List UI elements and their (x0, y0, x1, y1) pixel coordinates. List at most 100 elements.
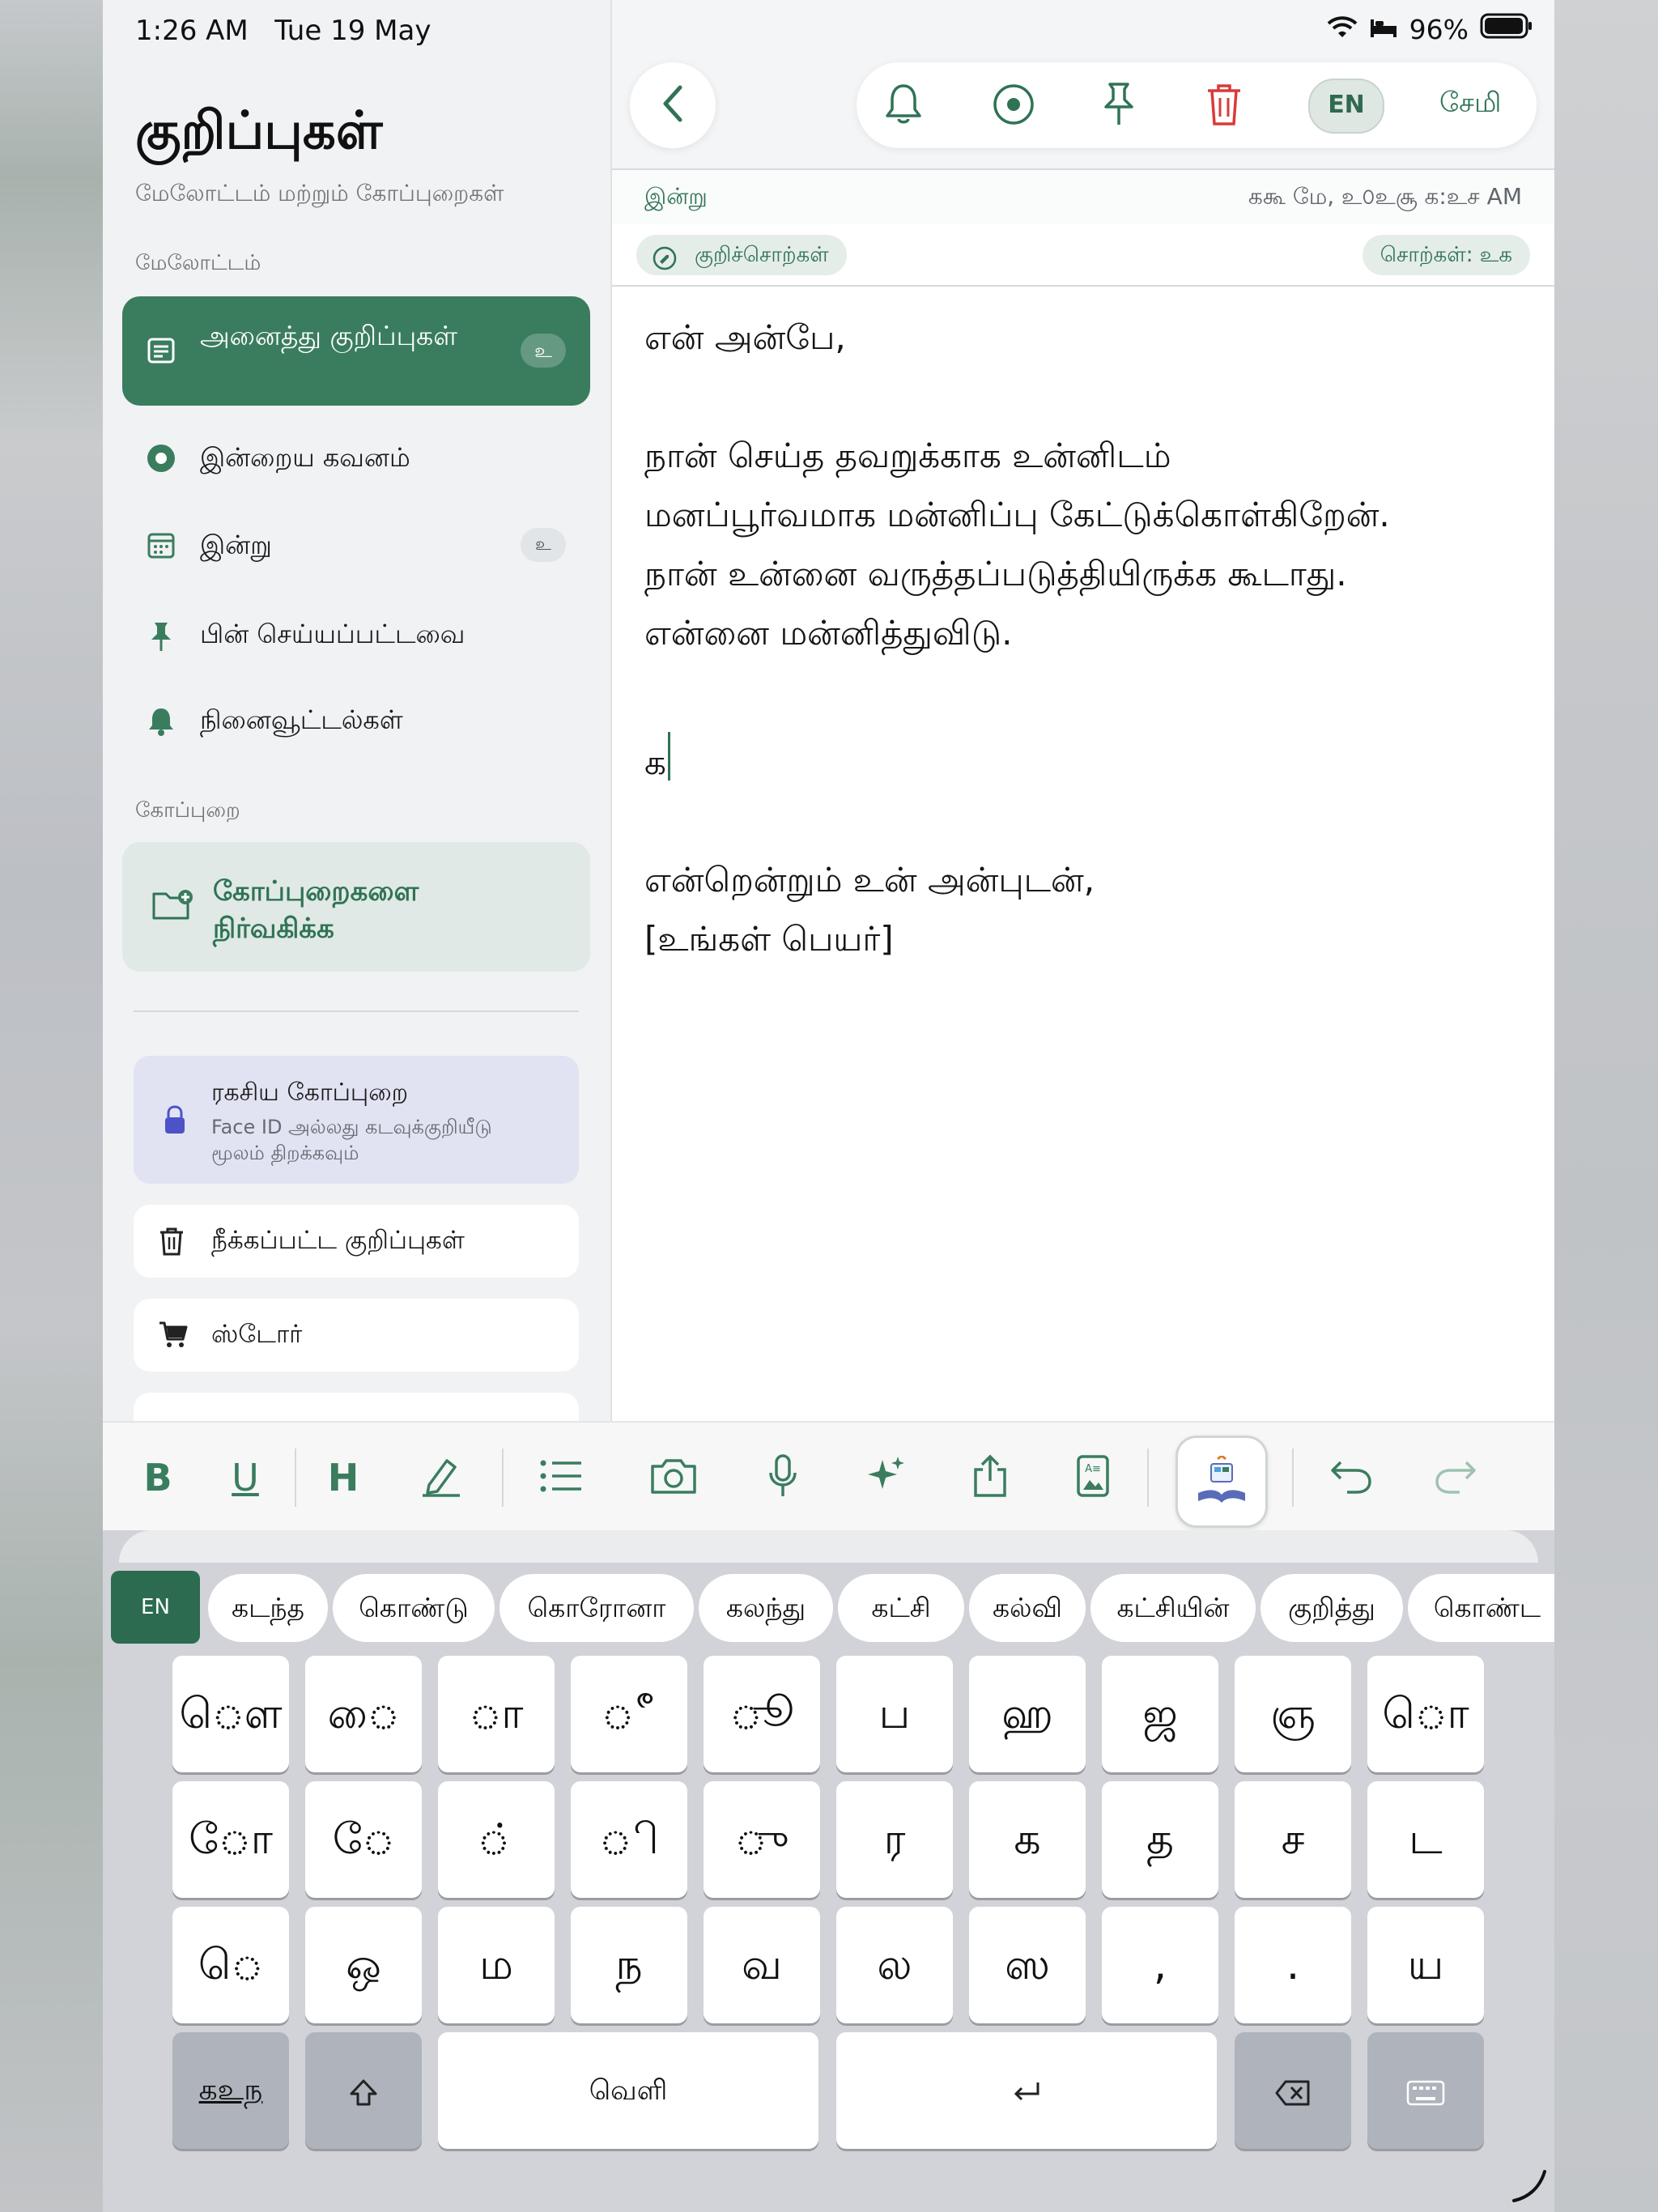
secret-folder-button[interactable]: ரகசிய கோப்புறை Face ID அல்லது கடவுக்குறி… (134, 1056, 579, 1184)
store-button[interactable]: ஸ்டோர் (134, 1299, 579, 1372)
sidebar-divider (134, 1010, 579, 1012)
key[interactable]: ொ (1367, 1656, 1484, 1772)
suggestion-chip[interactable]: கட்சியின் (1090, 1574, 1256, 1642)
note-line (644, 662, 1527, 721)
key[interactable]: ோ (172, 1781, 289, 1898)
key[interactable]: ஞ (1235, 1656, 1351, 1772)
camera-button[interactable] (648, 1452, 699, 1504)
key[interactable]: ே (305, 1781, 422, 1898)
key[interactable]: ஜ (1102, 1656, 1218, 1772)
heading-button[interactable]: H (317, 1452, 369, 1504)
keyboard-top-edge (119, 1530, 1538, 1563)
pinned-label: பின் செய்யப்பட்டவை (200, 619, 466, 649)
note-body[interactable]: என் அன்பே, நான் செய்த தவறுக்காக உன்னிடம்… (644, 308, 1527, 968)
toolbar-divider (1292, 1448, 1294, 1507)
language-toggle[interactable]: EN (1308, 79, 1384, 134)
list-button[interactable] (535, 1452, 587, 1504)
key[interactable]: க (969, 1781, 1086, 1898)
sidebar-item-all-notes[interactable]: அனைத்து குறிப்புகள் உ (122, 296, 590, 406)
keyboard-icon (1405, 2066, 1446, 2115)
key[interactable]: ஸ (969, 1907, 1086, 2023)
key[interactable]: ட (1367, 1781, 1484, 1898)
suggestion-chip[interactable]: கொரோனா (500, 1574, 694, 1642)
suggestion-chip[interactable]: குறித்து (1261, 1574, 1403, 1642)
key[interactable]: த (1102, 1781, 1218, 1898)
tamil-keyboard: EN கடந்த கொண்டு கொரோனா கலந்து கட்சி கல்வ… (103, 1530, 1554, 2212)
note-actions-toolbar: EN சேமி (857, 62, 1537, 148)
all-notes-label: அனைத்து குறிப்புகள் (200, 320, 458, 351)
note-date-label: இன்று (644, 183, 708, 210)
voice-button[interactable] (757, 1452, 809, 1504)
background-left (0, 0, 103, 2212)
backspace-icon (1274, 2066, 1312, 2115)
key[interactable]: ா (438, 1656, 555, 1772)
sidebar-item-reminders[interactable]: நினைவூட்டல்கள் (122, 683, 590, 756)
key[interactable]: வ (704, 1907, 820, 2023)
return-key[interactable] (836, 2032, 1217, 2149)
suggestion-chip[interactable]: கொண்டு (333, 1574, 495, 1642)
key[interactable]: ௌ (172, 1656, 289, 1772)
suggestion-chip[interactable]: கலந்து (699, 1574, 833, 1642)
delete-button[interactable] (1201, 83, 1247, 129)
keyboard-language-key[interactable]: EN (111, 1571, 200, 1644)
key[interactable]: ந (571, 1907, 687, 2023)
reminder-button[interactable] (881, 83, 926, 129)
space-key[interactable]: வெளி (438, 2032, 818, 2149)
pin-button[interactable] (1096, 83, 1141, 129)
key[interactable]: ஹ (969, 1656, 1086, 1772)
deleted-notes-button[interactable]: நீக்கப்பட்ட குறிப்புகள் (134, 1205, 579, 1278)
dismiss-keyboard-key[interactable] (1367, 2032, 1484, 2149)
save-button[interactable]: சேமி (1439, 87, 1501, 122)
key[interactable]: ு (704, 1781, 820, 1898)
translate-card-button[interactable]: A≡ (1067, 1452, 1119, 1504)
key[interactable]: ி (571, 1781, 687, 1898)
numbers-key[interactable]: கஉந (172, 2032, 289, 2149)
underline-button[interactable]: U (219, 1452, 271, 1504)
key[interactable]: ை (305, 1656, 422, 1772)
note-line: என்றென்றும் உன் அன்புடன், (644, 860, 1095, 900)
suggestion-chip[interactable]: கொண்ட (1408, 1574, 1554, 1642)
reminders-label: நினைவூட்டல்கள் (200, 704, 403, 735)
suggestion-chip[interactable]: கட்சி (838, 1574, 964, 1642)
tags-button[interactable]: குறிச்சொற்கள் (636, 235, 847, 275)
book-app-icon (1193, 1454, 1250, 1508)
ai-sparkle-button[interactable] (860, 1452, 912, 1504)
highlight-button[interactable] (415, 1452, 467, 1504)
suggestion-chip[interactable]: கடந்த (208, 1574, 328, 1642)
focus-toggle-button[interactable] (991, 83, 1036, 129)
sidebar-item-today-focus[interactable]: இன்றைய கவனம் (122, 421, 590, 494)
undo-icon (1329, 1457, 1373, 1498)
undo-button[interactable] (1325, 1452, 1377, 1504)
manage-folders-button[interactable]: கோப்புறைகளை நிர்வகிக்க (122, 842, 590, 972)
return-icon (1010, 2074, 1043, 2107)
key[interactable]: ஒ (305, 1907, 422, 2023)
suggestion-chip[interactable]: கல்வி (969, 1574, 1086, 1642)
key[interactable]: ய (1367, 1907, 1484, 2023)
key[interactable]: . (1235, 1907, 1351, 2023)
redo-button[interactable] (1430, 1452, 1482, 1504)
delete-key[interactable] (1235, 2032, 1351, 2149)
key[interactable]: ெ (172, 1907, 289, 2023)
svg-text:A≡: A≡ (1085, 1463, 1101, 1475)
sidebar-item-today[interactable]: இன்று உ (122, 508, 590, 581)
battery-percent: 96% (1409, 13, 1469, 45)
sidebar-item-pinned[interactable]: பின் செய்யப்பட்டவை (122, 598, 590, 670)
share-button[interactable] (964, 1452, 1016, 1504)
key[interactable]: ம (438, 1907, 555, 2023)
shift-key[interactable] (305, 2032, 422, 2149)
back-button[interactable] (630, 62, 716, 148)
key[interactable]: ீ (571, 1656, 687, 1772)
overview-section-label: மேலோட்டம் (135, 251, 261, 275)
app-thumbnail-button[interactable] (1175, 1436, 1268, 1528)
bold-button[interactable]: B (132, 1452, 184, 1504)
key[interactable]: ல (836, 1907, 953, 2023)
key[interactable]: ூ (704, 1656, 820, 1772)
key[interactable]: ர (836, 1781, 953, 1898)
keyboard-resize-handle[interactable] (1509, 2165, 1550, 2206)
key[interactable]: ் (438, 1781, 555, 1898)
key[interactable]: , (1102, 1907, 1218, 2023)
sidebar-subtitle: மேலோட்டம் மற்றும் கோப்புறைகள் (135, 180, 504, 206)
note-editor: 96% EN சேமி இன்று ககூ மே, உ௦உசூ க:உச AM … (612, 0, 1554, 1421)
key[interactable]: ச (1235, 1781, 1351, 1898)
key[interactable]: ப (836, 1656, 953, 1772)
